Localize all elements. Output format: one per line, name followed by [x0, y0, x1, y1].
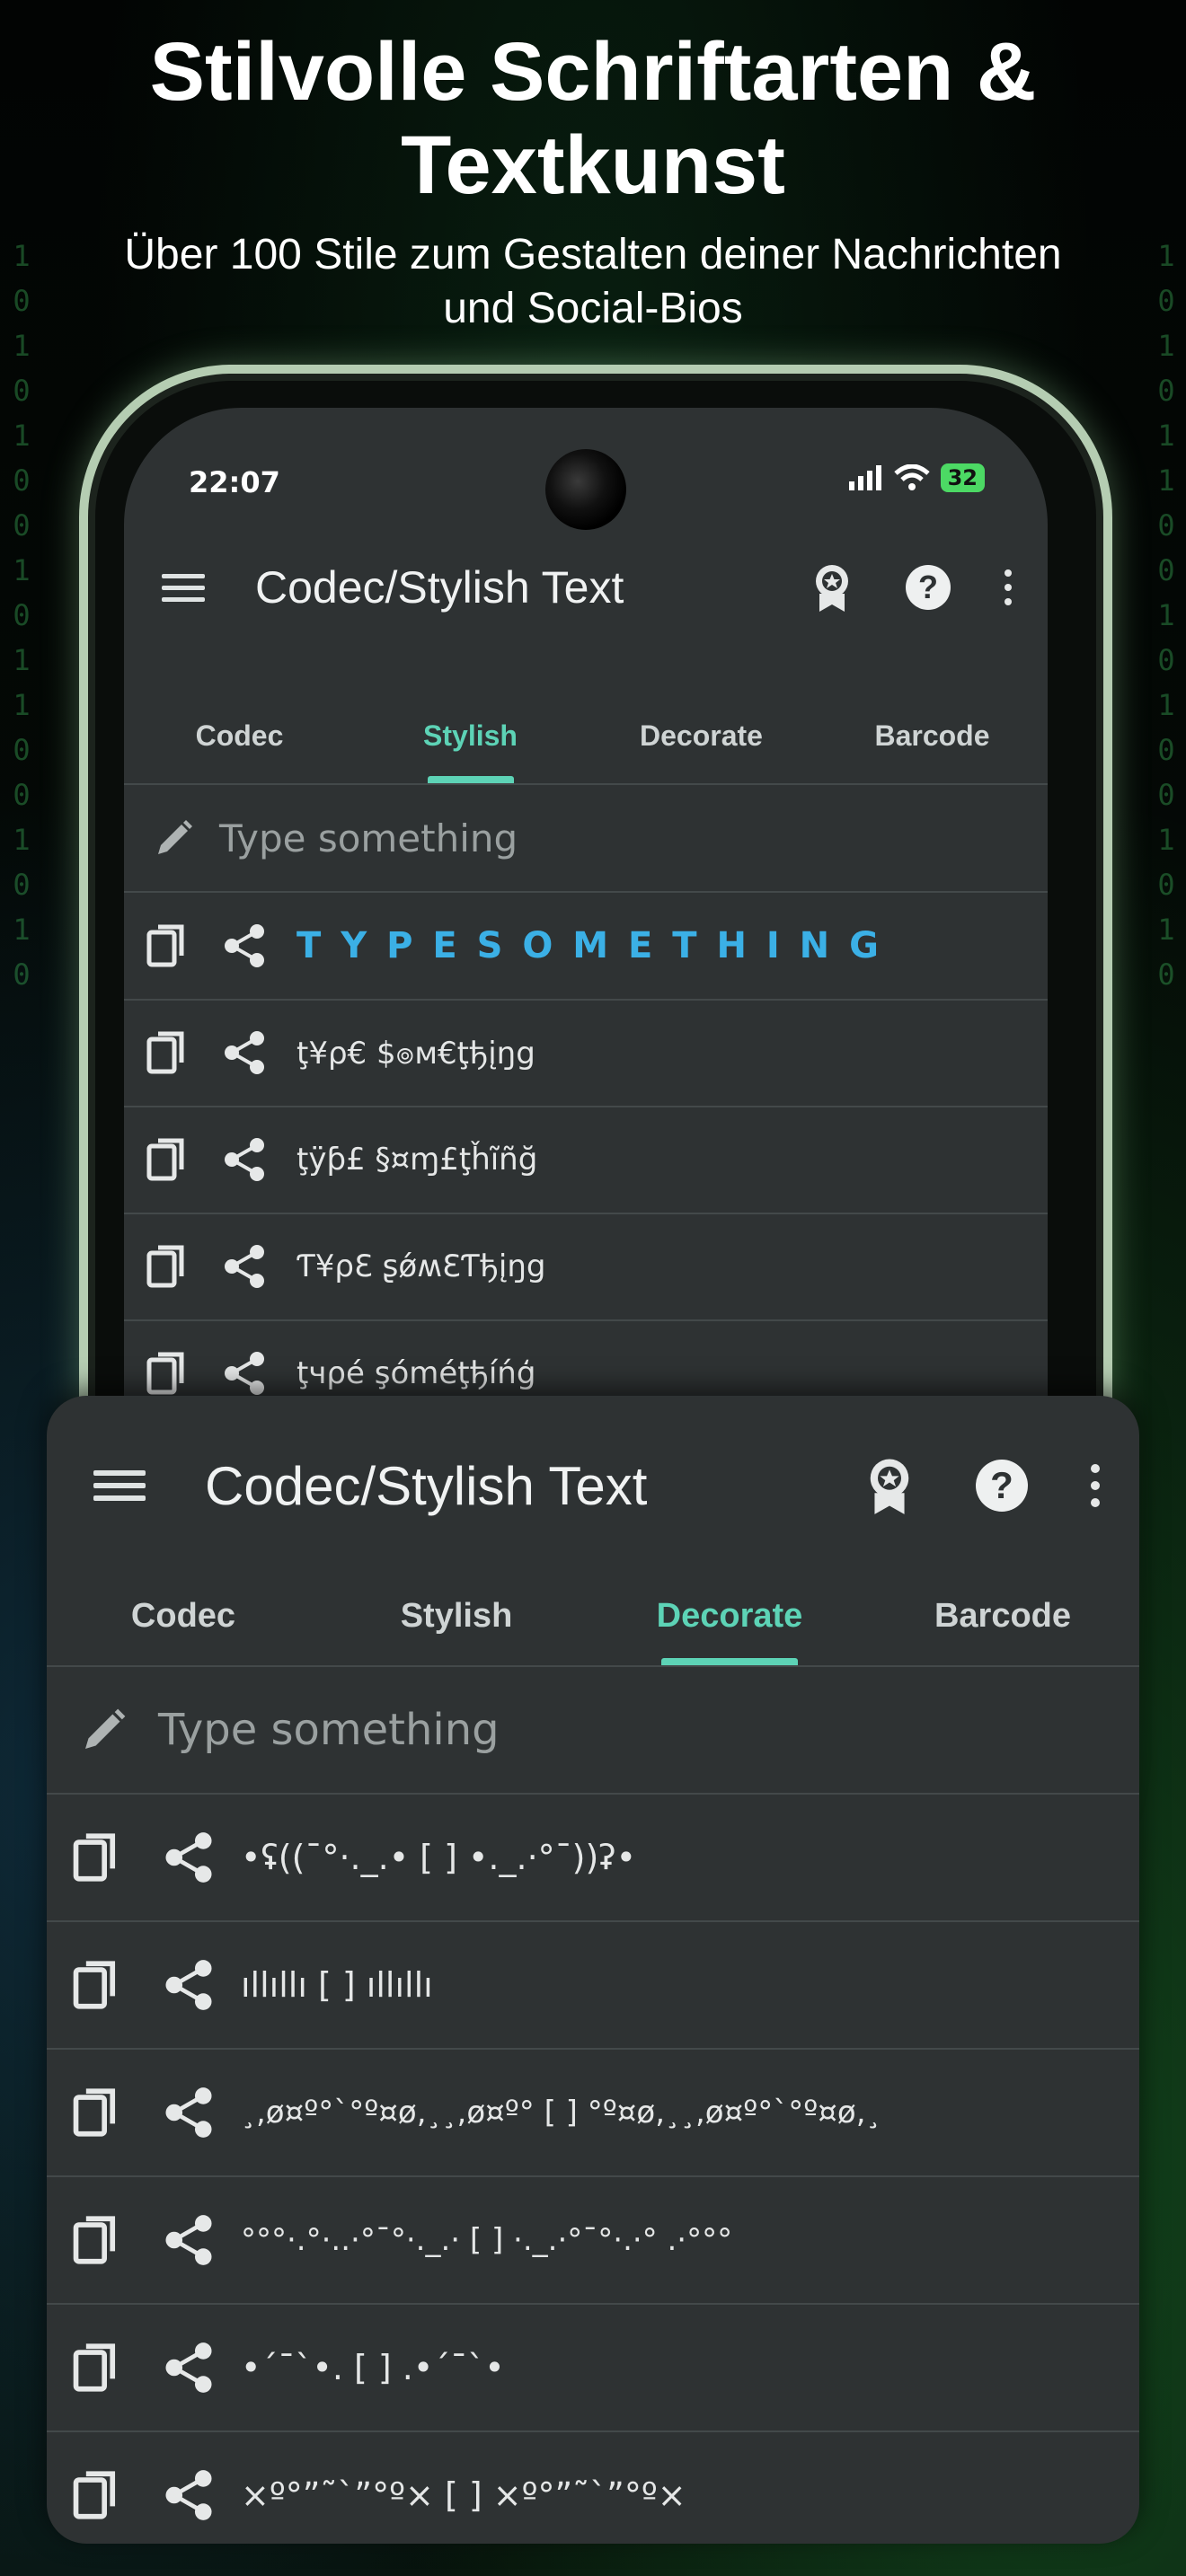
copy-icon[interactable] — [72, 2342, 119, 2394]
tab-barcode[interactable]: Barcode — [866, 1575, 1139, 1665]
copy-icon[interactable] — [146, 923, 187, 968]
app-title: Codec/Stylish Text — [255, 562, 624, 613]
tab-bar: Codec Stylish Decorate Barcode — [47, 1575, 1139, 1667]
styled-text: ţÿƥ£ §¤ɱ£ţȟĩñğ — [296, 1142, 538, 1178]
share-icon[interactable] — [164, 1831, 214, 1883]
copy-icon[interactable] — [72, 1959, 119, 2011]
share-icon[interactable] — [164, 2214, 214, 2266]
more-options-icon[interactable] — [1005, 569, 1012, 605]
decorated-text: ¸,ø¤º°`°º¤ø,¸¸,ø¤º° [ ] °º¤ø,¸¸,ø¤º°`°º¤… — [241, 2095, 881, 2130]
binary-rain-right: 1 0 1 0 1 1 0 0 1 0 1 0 0 1 0 1 0 — [1157, 239, 1175, 992]
help-icon[interactable]: ? — [976, 1460, 1028, 1512]
copy-icon[interactable] — [72, 2214, 119, 2266]
decorated-text: ×º°”˜`”°º× [ ] ×º°”˜`”°º× — [241, 2475, 686, 2515]
list-item: Ƭ¥ρƐ ʂǿʍƐƬђįŋg — [124, 1213, 1048, 1321]
signal-icon — [848, 465, 881, 490]
list-item: •´¯`•. [ ] .•´¯`• — [47, 2305, 1139, 2432]
wifi-icon — [893, 464, 930, 490]
decorated-text: •´¯`•. [ ] .•´¯`• — [241, 2348, 505, 2387]
share-icon[interactable] — [223, 1030, 266, 1075]
styled-text: ţ¥ρ€ $๏м€ţђįŋg — [296, 1036, 535, 1072]
list-item: ×º°”˜`”°º× [ ] ×º°”˜`”°º× — [47, 2432, 1139, 2544]
tab-decorate[interactable]: Decorate — [593, 1575, 866, 1665]
list-item: ţ¥ρ€ $๏м€ţђįŋg — [124, 1000, 1048, 1107]
copy-icon[interactable] — [146, 1030, 187, 1075]
styled-text: T Y P E S O M E T H I N G — [296, 925, 882, 966]
share-icon[interactable] — [164, 2342, 214, 2394]
list-item: ţÿƥ£ §¤ɱ£ţȟĩñğ — [124, 1107, 1048, 1214]
camera-cutout — [545, 449, 626, 530]
binary-rain-left: 1 0 1 0 1 0 0 1 0 1 1 0 0 1 0 1 0 — [13, 239, 31, 992]
menu-icon[interactable] — [162, 573, 205, 602]
text-input[interactable]: Type something — [158, 1705, 500, 1755]
list-item: T Y P E S O M E T H I N G — [124, 893, 1048, 1001]
app-bar: Codec/Stylish Text ? — [47, 1432, 1139, 1539]
share-icon[interactable] — [164, 2469, 214, 2521]
decorated-text: °°°·.°·..·°¯°·._.· [ ] ·._.·°¯°·.·° .·°°… — [241, 2222, 733, 2258]
share-icon[interactable] — [223, 1137, 266, 1182]
more-options-icon[interactable] — [1091, 1464, 1100, 1507]
share-icon[interactable] — [164, 1959, 214, 2011]
tab-stylish[interactable]: Stylish — [320, 1575, 593, 1665]
pencil-icon — [85, 1708, 126, 1749]
tab-bar: Codec Stylish Decorate Barcode — [124, 688, 1048, 785]
share-icon[interactable] — [164, 2086, 214, 2139]
tab-codec[interactable]: Codec — [124, 688, 355, 783]
help-icon[interactable]: ? — [906, 565, 951, 610]
tab-stylish[interactable]: Stylish — [355, 688, 586, 783]
styled-text: ţчρé şóméţђíńģ — [296, 1355, 536, 1391]
share-icon[interactable] — [223, 1351, 266, 1396]
promo-headline: Stilvolle Schriftarten & Textkunst — [149, 26, 1037, 211]
menu-icon[interactable] — [93, 1470, 146, 1501]
app-bar: Codec/Stylish Text ? — [124, 534, 1048, 641]
battery-icon: 32 — [940, 463, 985, 492]
text-input[interactable]: Type something — [219, 816, 518, 860]
copy-icon[interactable] — [146, 1137, 187, 1182]
list-item: ıllıllı [ ] ıllıllı — [47, 1922, 1139, 2050]
award-icon[interactable] — [866, 1457, 913, 1514]
pencil-icon — [158, 820, 192, 854]
status-time: 22:07 — [189, 465, 280, 499]
share-icon[interactable] — [223, 1244, 266, 1289]
tab-codec[interactable]: Codec — [47, 1575, 320, 1665]
copy-icon[interactable] — [146, 1244, 187, 1289]
copy-icon[interactable] — [72, 2469, 119, 2521]
decorated-text: ıllıllı [ ] ıllıllı — [241, 1965, 433, 2005]
share-icon[interactable] — [223, 923, 266, 968]
text-input-row[interactable]: Type something — [124, 785, 1048, 893]
list-item: °°°·.°·..·°¯°·._.· [ ] ·._.·°¯°·.·° .·°°… — [47, 2177, 1139, 2305]
decorate-screen-card: Codec/Stylish Text ? Codec Stylish Decor… — [47, 1396, 1139, 2544]
copy-icon[interactable] — [72, 1831, 119, 1883]
tab-barcode[interactable]: Barcode — [817, 688, 1048, 783]
text-input-row[interactable]: Type something — [47, 1667, 1139, 1795]
tab-decorate[interactable]: Decorate — [586, 688, 817, 783]
copy-icon[interactable] — [146, 1351, 187, 1396]
promo-subline: Über 100 Stile zum Gestalten deiner Nach… — [124, 231, 1062, 332]
award-icon[interactable] — [812, 563, 852, 612]
status-icons: 32 — [848, 463, 985, 492]
decorated-text: •ʢ((¯°·._.• [ ] •._.·°¯))ʡ• — [241, 1838, 637, 1877]
list-item: •ʢ((¯°·._.• [ ] •._.·°¯))ʡ• — [47, 1795, 1139, 1922]
styled-text: Ƭ¥ρƐ ʂǿʍƐƬђįŋg — [296, 1248, 546, 1284]
list-item: ¸,ø¤º°`°º¤ø,¸¸,ø¤º° [ ] °º¤ø,¸¸,ø¤º°`°º¤… — [47, 2050, 1139, 2177]
app-title: Codec/Stylish Text — [205, 1455, 648, 1516]
copy-icon[interactable] — [72, 2086, 119, 2139]
